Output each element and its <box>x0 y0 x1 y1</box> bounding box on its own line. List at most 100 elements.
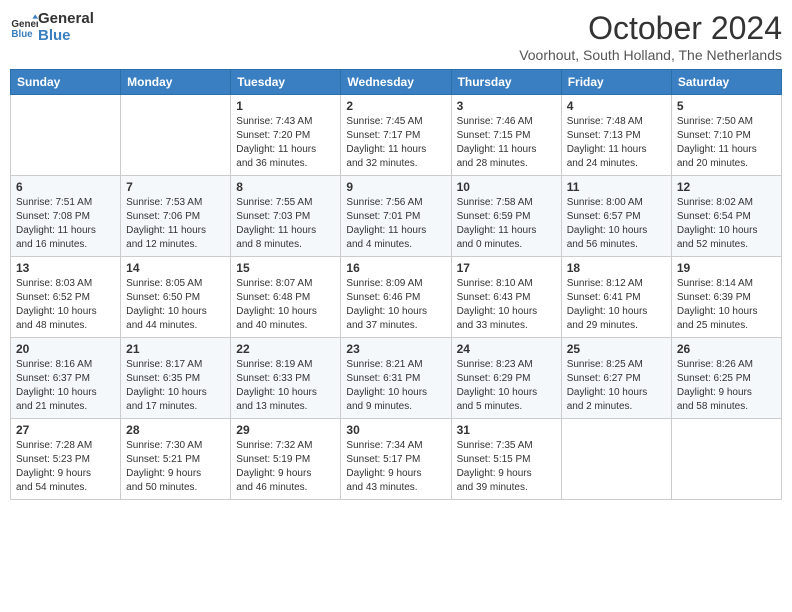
day-number: 13 <box>16 261 115 275</box>
calendar-cell <box>561 419 671 500</box>
day-number: 29 <box>236 423 335 437</box>
cell-content: Sunrise: 8:26 AM Sunset: 6:25 PM Dayligh… <box>677 358 776 414</box>
week-row-5: 27Sunrise: 7:28 AM Sunset: 5:23 PM Dayli… <box>11 419 782 500</box>
cell-content: Sunrise: 7:30 AM Sunset: 5:21 PM Dayligh… <box>126 439 225 495</box>
calendar-cell: 18Sunrise: 8:12 AM Sunset: 6:41 PM Dayli… <box>561 257 671 338</box>
calendar-cell: 14 Sunrise: 8:05 AM Sunset: 6:50 PM Dayli… <box>121 257 231 338</box>
svg-text:Blue: Blue <box>11 29 33 40</box>
cell-content: Sunrise: 7:48 AM Sunset: 7:13 PM Dayligh… <box>567 115 666 171</box>
cell-content: Sunrise: 8:02 AM Sunset: 6:54 PM Dayligh… <box>677 196 776 252</box>
day-number: 4 <box>567 99 666 113</box>
cell-content: Sunrise: 7:50 AM Sunset: 7:10 PM Dayligh… <box>677 115 776 171</box>
calendar-cell: 2 Sunrise: 7:45 AM Sunset: 7:17 PM Daylig… <box>341 95 451 176</box>
cell-content: Sunrise: 8:14 AM Sunset: 6:39 PM Dayligh… <box>677 277 776 333</box>
day-number: 28 <box>126 423 225 437</box>
calendar-cell: 21Sunrise: 8:17 AM Sunset: 6:35 PM Dayli… <box>121 338 231 419</box>
calendar-cell: 4 Sunrise: 7:48 AM Sunset: 7:13 PM Daylig… <box>561 95 671 176</box>
calendar-cell: 17 Sunrise: 8:10 AM Sunset: 6:43 PM Dayli… <box>451 257 561 338</box>
day-number: 27 <box>16 423 115 437</box>
cell-content: Sunrise: 8:23 AM Sunset: 6:29 PM Dayligh… <box>457 358 556 414</box>
cell-content: Sunrise: 8:16 AM Sunset: 6:37 PM Dayligh… <box>16 358 115 414</box>
cell-content: Sunrise: 8:05 AM Sunset: 6:50 PM Dayligh… <box>126 277 225 333</box>
day-header-saturday: Saturday <box>671 70 781 95</box>
day-header-tuesday: Tuesday <box>231 70 341 95</box>
calendar-cell: 9Sunrise: 7:56 AM Sunset: 7:01 PM Daylig… <box>341 176 451 257</box>
cell-content: Sunrise: 8:00 AM Sunset: 6:57 PM Dayligh… <box>567 196 666 252</box>
calendar-cell: 12 Sunrise: 8:02 AM Sunset: 6:54 PM Dayli… <box>671 176 781 257</box>
calendar-cell: 31 Sunrise: 7:35 AM Sunset: 5:15 PM Dayli… <box>451 419 561 500</box>
day-number: 15 <box>236 261 335 275</box>
days-header-row: SundayMondayTuesdayWednesdayThursdayFrid… <box>11 70 782 95</box>
cell-content: Sunrise: 7:45 AM Sunset: 7:17 PM Dayligh… <box>346 115 445 171</box>
title-block: October 2024 Voorhout, South Holland, Th… <box>519 10 782 63</box>
calendar-cell: 26Sunrise: 8:26 AM Sunset: 6:25 PM Dayli… <box>671 338 781 419</box>
cell-content: Sunrise: 7:51 AM Sunset: 7:08 PM Dayligh… <box>16 196 115 252</box>
day-number: 12 <box>677 180 776 194</box>
day-number: 24 <box>457 342 556 356</box>
day-number: 14 <box>126 261 225 275</box>
cell-content: Sunrise: 8:09 AM Sunset: 6:46 PM Dayligh… <box>346 277 445 333</box>
day-number: 20 <box>16 342 115 356</box>
calendar-table: SundayMondayTuesdayWednesdayThursdayFrid… <box>10 69 782 500</box>
calendar-cell: 11 Sunrise: 8:00 AM Sunset: 6:57 PM Dayli… <box>561 176 671 257</box>
day-header-wednesday: Wednesday <box>341 70 451 95</box>
cell-content: Sunrise: 8:07 AM Sunset: 6:48 PM Dayligh… <box>236 277 335 333</box>
calendar-cell: 25 Sunrise: 8:25 AM Sunset: 6:27 PM Dayli… <box>561 338 671 419</box>
cell-content: Sunrise: 8:19 AM Sunset: 6:33 PM Dayligh… <box>236 358 335 414</box>
page-header: General Blue General Blue October 2024 V… <box>10 10 782 63</box>
calendar-cell: 8 Sunrise: 7:55 AM Sunset: 7:03 PM Daylig… <box>231 176 341 257</box>
week-row-3: 13Sunrise: 8:03 AM Sunset: 6:52 PM Dayli… <box>11 257 782 338</box>
logo-general: General <box>38 10 94 27</box>
calendar-cell: 10 Sunrise: 7:58 AM Sunset: 6:59 PM Dayli… <box>451 176 561 257</box>
cell-content: Sunrise: 7:46 AM Sunset: 7:15 PM Dayligh… <box>457 115 556 171</box>
day-header-monday: Monday <box>121 70 231 95</box>
day-number: 1 <box>236 99 335 113</box>
day-number: 9 <box>346 180 445 194</box>
day-number: 19 <box>677 261 776 275</box>
day-number: 16 <box>346 261 445 275</box>
logo-icon: General Blue <box>10 13 38 41</box>
calendar-cell: 29 Sunrise: 7:32 AM Sunset: 5:19 PM Dayli… <box>231 419 341 500</box>
calendar-cell: 19 Sunrise: 8:14 AM Sunset: 6:39 PM Dayli… <box>671 257 781 338</box>
calendar-cell: 3 Sunrise: 7:46 AM Sunset: 7:15 PM Daylig… <box>451 95 561 176</box>
week-row-4: 20 Sunrise: 8:16 AM Sunset: 6:37 PM Dayli… <box>11 338 782 419</box>
calendar-cell <box>121 95 231 176</box>
day-number: 2 <box>346 99 445 113</box>
cell-content: Sunrise: 8:25 AM Sunset: 6:27 PM Dayligh… <box>567 358 666 414</box>
day-number: 11 <box>567 180 666 194</box>
cell-content: Sunrise: 7:32 AM Sunset: 5:19 PM Dayligh… <box>236 439 335 495</box>
day-header-sunday: Sunday <box>11 70 121 95</box>
cell-content: Sunrise: 8:10 AM Sunset: 6:43 PM Dayligh… <box>457 277 556 333</box>
day-header-friday: Friday <box>561 70 671 95</box>
cell-content: Sunrise: 7:34 AM Sunset: 5:17 PM Dayligh… <box>346 439 445 495</box>
cell-content: Sunrise: 7:35 AM Sunset: 5:15 PM Dayligh… <box>457 439 556 495</box>
calendar-cell: 30 Sunrise: 7:34 AM Sunset: 5:17 PM Dayli… <box>341 419 451 500</box>
calendar-cell: 15 Sunrise: 8:07 AM Sunset: 6:48 PM Dayli… <box>231 257 341 338</box>
day-number: 7 <box>126 180 225 194</box>
location: Voorhout, South Holland, The Netherlands <box>519 47 782 63</box>
calendar-cell: 27Sunrise: 7:28 AM Sunset: 5:23 PM Dayli… <box>11 419 121 500</box>
day-number: 21 <box>126 342 225 356</box>
logo-blue: Blue <box>38 27 94 44</box>
calendar-cell <box>671 419 781 500</box>
calendar-cell: 7Sunrise: 7:53 AM Sunset: 7:06 PM Daylig… <box>121 176 231 257</box>
day-number: 31 <box>457 423 556 437</box>
day-number: 17 <box>457 261 556 275</box>
day-number: 25 <box>567 342 666 356</box>
calendar-cell: 5Sunrise: 7:50 AM Sunset: 7:10 PM Daylig… <box>671 95 781 176</box>
cell-content: Sunrise: 7:55 AM Sunset: 7:03 PM Dayligh… <box>236 196 335 252</box>
month-title: October 2024 <box>519 10 782 47</box>
calendar-cell: 20 Sunrise: 8:16 AM Sunset: 6:37 PM Dayli… <box>11 338 121 419</box>
cell-content: Sunrise: 7:43 AM Sunset: 7:20 PM Dayligh… <box>236 115 335 171</box>
cell-content: Sunrise: 7:58 AM Sunset: 6:59 PM Dayligh… <box>457 196 556 252</box>
week-row-1: 1 Sunrise: 7:43 AM Sunset: 7:20 PM Daylig… <box>11 95 782 176</box>
calendar-cell: 6 Sunrise: 7:51 AM Sunset: 7:08 PM Daylig… <box>11 176 121 257</box>
calendar-cell: 13Sunrise: 8:03 AM Sunset: 6:52 PM Dayli… <box>11 257 121 338</box>
day-number: 3 <box>457 99 556 113</box>
day-number: 6 <box>16 180 115 194</box>
day-number: 8 <box>236 180 335 194</box>
day-number: 18 <box>567 261 666 275</box>
day-number: 30 <box>346 423 445 437</box>
day-number: 10 <box>457 180 556 194</box>
day-header-thursday: Thursday <box>451 70 561 95</box>
